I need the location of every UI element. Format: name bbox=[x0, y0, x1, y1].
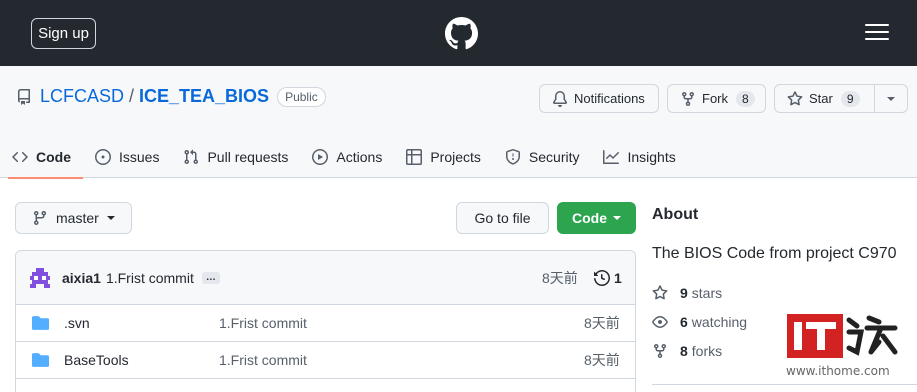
star-counter: 9 bbox=[840, 90, 860, 107]
star-label: Star bbox=[809, 91, 833, 106]
github-mark-icon[interactable] bbox=[445, 17, 478, 50]
repo-owner-link[interactable]: LCFCASD bbox=[40, 86, 124, 107]
file-name-link[interactable]: BaseTools bbox=[64, 352, 129, 368]
code-dropdown-button[interactable]: Code bbox=[557, 202, 636, 234]
latest-commit-row: aixia1 1.Frist commit … 8天前 1 bbox=[16, 251, 635, 305]
repo-nav-tabs: Code Issues Pull requests Actions Projec… bbox=[0, 136, 688, 179]
branch-name: master bbox=[56, 210, 99, 226]
repo-header: LCFCASD / ICE_TEA_BIOS Public Notificati… bbox=[0, 66, 917, 179]
tab-label: Issues bbox=[119, 149, 160, 165]
file-list: aixia1 1.Frist commit … 8天前 1 .svn 1.Fri… bbox=[15, 250, 636, 392]
file-commit-time: 8天前 bbox=[584, 352, 620, 368]
git-pull-request-icon bbox=[184, 149, 199, 165]
folder-icon bbox=[32, 353, 49, 367]
folder-icon bbox=[32, 316, 49, 330]
watching-count: 6 bbox=[680, 314, 688, 330]
bell-icon bbox=[552, 90, 567, 107]
about-description: The BIOS Code from project C970 bbox=[652, 245, 897, 262]
forks-count: 8 bbox=[680, 343, 688, 359]
stars-label: stars bbox=[691, 285, 723, 301]
tab-label: Code bbox=[36, 149, 71, 165]
graph-icon bbox=[603, 150, 620, 164]
notifications-label: Notifications bbox=[574, 91, 645, 106]
tab-label: Pull requests bbox=[207, 149, 289, 165]
commit-time: 8天前 bbox=[542, 269, 578, 286]
tab-issues[interactable]: Issues bbox=[83, 136, 171, 178]
file-row[interactable]: .svn 1.Frist commit 8天前 bbox=[16, 305, 635, 342]
star-button[interactable]: Star 9 bbox=[774, 84, 875, 113]
tab-security[interactable]: Security bbox=[493, 136, 592, 178]
triangle-down-icon bbox=[613, 216, 621, 220]
git-branch-icon bbox=[33, 211, 46, 226]
forks-label: forks bbox=[691, 343, 723, 359]
sidebar-divider bbox=[652, 384, 917, 385]
file-commit-time: 8天前 bbox=[584, 315, 620, 331]
issue-opened-icon bbox=[95, 149, 111, 165]
sign-up-button[interactable]: Sign up bbox=[31, 18, 96, 49]
star-icon bbox=[787, 90, 803, 105]
repo-icon bbox=[17, 88, 30, 105]
expand-commit-button[interactable]: … bbox=[201, 271, 220, 284]
commit-author-link[interactable]: aixia1 bbox=[62, 270, 101, 286]
commit-message-link[interactable]: 1.Frist commit bbox=[106, 270, 194, 286]
watching-label: watching bbox=[691, 314, 748, 330]
branch-selector[interactable]: master bbox=[15, 202, 132, 234]
watching-link[interactable]: 6 watching bbox=[652, 314, 747, 330]
repo-forked-icon bbox=[654, 344, 666, 359]
table-icon bbox=[406, 149, 423, 165]
triangle-down-icon bbox=[887, 96, 895, 101]
tab-pull-requests[interactable]: Pull requests bbox=[171, 136, 300, 178]
avatar[interactable] bbox=[30, 267, 50, 288]
file-commit-message[interactable]: 1.Frist commit bbox=[219, 352, 307, 368]
tab-label: Actions bbox=[336, 149, 383, 165]
site-header: Sign up bbox=[0, 0, 917, 66]
watermark-url: www.ithome.com bbox=[786, 364, 890, 378]
star-icon bbox=[652, 285, 668, 300]
tab-label: Security bbox=[528, 149, 580, 165]
tab-label: Insights bbox=[627, 149, 676, 165]
tab-label: Projects bbox=[430, 149, 481, 165]
repo-title: LCFCASD / ICE_TEA_BIOS Public bbox=[16, 86, 326, 107]
commit-history-link[interactable]: 1 bbox=[594, 270, 622, 286]
history-icon bbox=[594, 269, 610, 286]
notifications-button[interactable]: Notifications bbox=[539, 84, 659, 113]
repo-forked-icon bbox=[682, 91, 694, 106]
hamburger-menu-icon[interactable] bbox=[865, 24, 889, 42]
file-commit-message[interactable]: 1.Frist commit bbox=[219, 315, 307, 331]
tab-insights[interactable]: Insights bbox=[591, 136, 687, 178]
forks-link[interactable]: 8 forks bbox=[652, 343, 722, 359]
file-row[interactable]: BaseTools 1.Frist commit 8天前 bbox=[16, 342, 635, 379]
tab-actions[interactable]: Actions bbox=[300, 136, 394, 178]
triangle-down-icon bbox=[106, 216, 115, 220]
eye-icon bbox=[652, 316, 668, 328]
fork-counter: 8 bbox=[736, 90, 755, 107]
stars-count: 9 bbox=[680, 285, 688, 301]
code-icon bbox=[12, 151, 28, 163]
code-button-label: Code bbox=[572, 210, 607, 226]
about-heading: About bbox=[652, 206, 699, 223]
tab-code[interactable]: Code bbox=[0, 136, 83, 179]
fork-button[interactable]: Fork 8 bbox=[667, 84, 766, 113]
visibility-badge: Public bbox=[277, 86, 326, 107]
path-separator: / bbox=[129, 86, 135, 106]
tab-projects[interactable]: Projects bbox=[394, 136, 493, 178]
star-list-dropdown[interactable] bbox=[874, 84, 908, 113]
shield-icon bbox=[505, 149, 520, 165]
go-to-file-button[interactable]: Go to file bbox=[456, 202, 549, 234]
repo-name-link[interactable]: ICE_TEA_BIOS bbox=[139, 86, 269, 107]
file-name-link[interactable]: .svn bbox=[64, 315, 90, 331]
commit-count: 1 bbox=[614, 269, 622, 286]
play-icon bbox=[312, 149, 329, 165]
fork-label: Fork bbox=[702, 91, 728, 106]
stars-link[interactable]: 9 stars bbox=[652, 285, 722, 301]
